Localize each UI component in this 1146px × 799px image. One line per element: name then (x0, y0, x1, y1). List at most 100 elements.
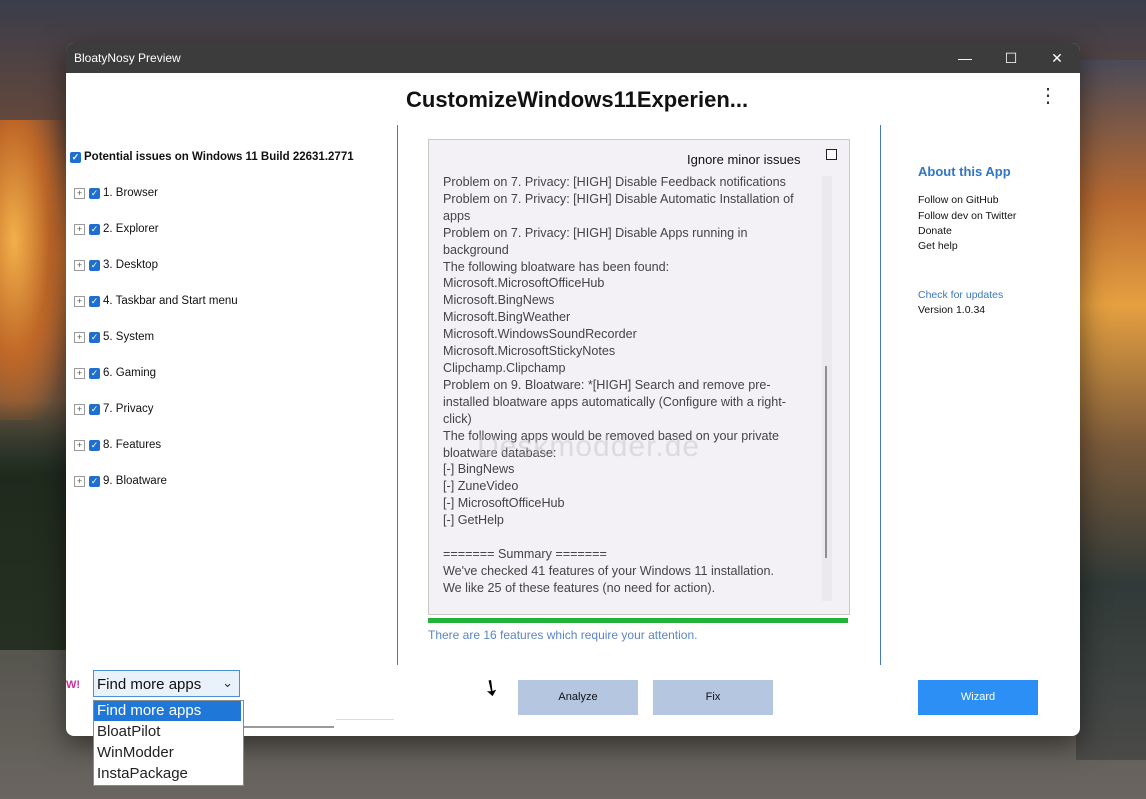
log-panel[interactable]: Ignore minor issues Problem on 7. Privac… (428, 139, 850, 615)
expand-icon[interactable]: + (74, 403, 85, 415)
tree-item-features[interactable]: + ✓ 8. Features (74, 435, 161, 455)
checkbox-checked-icon[interactable]: ✓ (89, 367, 100, 379)
divider-left (397, 125, 398, 665)
log-line: Clipchamp.Clipchamp (443, 360, 566, 375)
link-donate[interactable]: Donate (918, 225, 952, 237)
log-line: [-] MicrosoftOfficeHub (443, 496, 565, 511)
status-text: There are 16 features which require your… (428, 628, 698, 642)
tree-root-label: Potential issues on Windows 11 Build 226… (84, 151, 354, 163)
expand-icon[interactable]: + (74, 223, 85, 235)
link-twitter[interactable]: Follow dev on Twitter (918, 210, 1016, 222)
page-title: CustomizeWindows11Experien... (406, 87, 749, 112)
log-line: Problem on 7. Privacy: [HIGH] Disable Fe… (443, 175, 786, 189)
checkbox-checked-icon[interactable]: ✓ (89, 403, 100, 415)
ignore-minor-label: Ignore minor issues (687, 152, 801, 167)
close-button[interactable]: ✕ (1034, 43, 1080, 73)
tree-item-taskbar[interactable]: + ✓ 4. Taskbar and Start menu (74, 291, 238, 311)
log-line: Microsoft.MicrosoftStickyNotes (443, 344, 616, 359)
tree-item-explorer[interactable]: + ✓ 2. Explorer (74, 219, 159, 239)
window-title: BloatyNosy Preview (74, 51, 181, 65)
divider-right (880, 125, 881, 665)
expand-icon[interactable]: + (74, 475, 85, 487)
expand-icon[interactable]: + (74, 259, 85, 271)
tree-item-gaming[interactable]: + ✓ 6. Gaming (74, 363, 156, 383)
log-line: [-] ZuneVideo (443, 479, 519, 494)
log-line: Microsoft.BingWeather (443, 310, 571, 325)
wallpaper-right (1076, 60, 1146, 760)
analysis-progress-bar (428, 618, 848, 623)
minimize-button[interactable]: — (942, 43, 988, 73)
tree-item-label: 7. Privacy (103, 403, 154, 415)
tree-item-label: 5. System (103, 331, 155, 343)
log-line: Microsoft.MicrosoftOfficeHub (443, 276, 605, 291)
log-line: Problem on 9. Bloatware: *[HIGH] Search … (443, 377, 787, 426)
log-line: We've checked 41 features of your Window… (443, 563, 774, 578)
checkbox-checked-icon[interactable]: ✓ (89, 295, 100, 307)
pointer-arrow-icon: ➘ (476, 672, 507, 704)
maximize-button[interactable]: ☐ (988, 43, 1034, 73)
dropdown-option[interactable]: WinModder (94, 743, 241, 763)
link-get-help[interactable]: Get help (918, 240, 958, 252)
fix-button[interactable]: Fix (653, 680, 773, 715)
tree-item-bloatware[interactable]: + ✓ 9. Bloatware (74, 471, 167, 491)
more-vert-icon[interactable]: ⋮ (1038, 86, 1058, 106)
checkbox-checked-icon[interactable]: ✓ (89, 331, 100, 343)
divider-bottom (336, 719, 394, 720)
log-scroll-thumb[interactable] (825, 366, 827, 558)
log-scrollbar[interactable] (822, 176, 832, 601)
checkbox-checked-icon[interactable]: ✓ (70, 151, 81, 163)
analyze-button[interactable]: Analyze (518, 680, 638, 715)
log-text: Problem on 7. Privacy: [HIGH] Disable Fe… (443, 174, 813, 597)
title-bar[interactable]: BloatyNosy Preview — ☐ ✕ (66, 43, 1080, 73)
tree-item-label: 1. Browser (103, 187, 158, 199)
dropdown-option[interactable]: BloatPilot (94, 722, 241, 742)
tree-item-privacy[interactable]: + ✓ 7. Privacy (74, 399, 154, 419)
app-logo: W! (66, 679, 81, 691)
log-line: We like 25 of these features (no need fo… (443, 580, 716, 595)
log-line: The following bloatware has been found: (443, 259, 670, 274)
log-line: Problem on 7. Privacy: [HIGH] Disable Ap… (443, 225, 748, 257)
checkbox-checked-icon[interactable]: ✓ (89, 475, 100, 487)
expand-icon[interactable]: + (74, 439, 85, 451)
find-more-selected: Find more apps (97, 676, 202, 693)
app-window: BloatyNosy Preview — ☐ ✕ CustomizeWindow… (66, 43, 1080, 736)
log-line: ======= Summary ======= (443, 546, 607, 561)
log-line: [-] GetHelp (443, 513, 504, 528)
tree-item-label: 3. Desktop (103, 259, 158, 271)
link-github[interactable]: Follow on GitHub (918, 194, 999, 206)
tree-item-browser[interactable]: + ✓ 1. Browser (74, 183, 158, 203)
find-more-apps-dropdown[interactable]: Find more apps BloatPilot WinModder Inst… (93, 700, 244, 786)
wallpaper-glow (0, 120, 70, 420)
log-line: Microsoft.WindowsSoundRecorder (443, 327, 637, 342)
tree-item-system[interactable]: + ✓ 5. System (74, 327, 154, 347)
log-line: Problem on 7. Privacy: [HIGH] Disable Au… (443, 191, 794, 223)
log-line: Microsoft.BingNews (443, 293, 555, 308)
find-more-apps-select[interactable]: Find more apps ⌄ (93, 670, 240, 697)
checkbox-checked-icon[interactable]: ✓ (89, 259, 100, 271)
tree-item-label: 8. Features (103, 439, 162, 451)
check-updates-link[interactable]: Check for updates (918, 289, 1003, 301)
checkbox-checked-icon[interactable]: ✓ (89, 439, 100, 451)
wallpaper-trees (0, 400, 68, 650)
wizard-button[interactable]: Wizard (918, 680, 1038, 715)
about-title: About this App (918, 164, 1011, 179)
expand-icon[interactable]: + (74, 187, 85, 199)
checkbox-checked-icon[interactable]: ✓ (89, 187, 100, 199)
tree-item-desktop[interactable]: + ✓ 3. Desktop (74, 255, 158, 275)
chevron-down-icon: ⌄ (222, 675, 233, 690)
watermark: Deskmodder.de (477, 430, 701, 463)
dropdown-option[interactable]: InstaPackage (94, 764, 241, 784)
tree-root[interactable]: ✓ Potential issues on Windows 11 Build 2… (70, 147, 354, 167)
tree-item-label: 6. Gaming (103, 367, 157, 379)
expand-icon[interactable]: + (74, 295, 85, 307)
expand-icon[interactable]: + (74, 367, 85, 379)
checkbox-checked-icon[interactable]: ✓ (89, 223, 100, 235)
version-label: Version 1.0.34 (918, 304, 986, 316)
tree-item-label: 9. Bloatware (103, 475, 167, 487)
ignore-minor-checkbox[interactable] (826, 149, 837, 160)
horizontal-scrollbar[interactable] (244, 726, 334, 728)
dropdown-option[interactable]: Find more apps (94, 701, 241, 721)
expand-icon[interactable]: + (74, 331, 85, 343)
tree-item-label: 2. Explorer (103, 223, 159, 235)
